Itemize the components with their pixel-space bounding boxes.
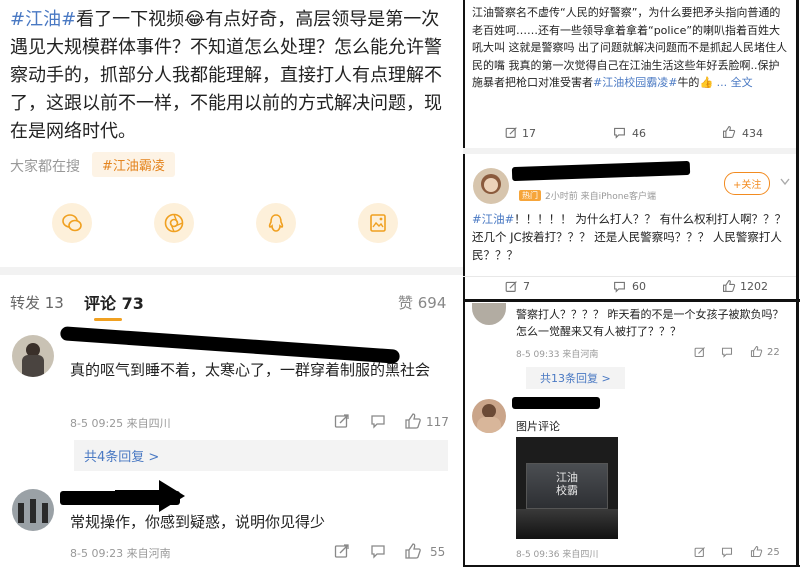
- post-body: #江油#看了一下视频😂有点好奇，高层领导是第一次遇见大规模群体事件？不知道怎么处…: [10, 6, 450, 146]
- wechat-icon: [62, 214, 82, 232]
- post-hashtag[interactable]: #江油校园霸凌#: [593, 76, 677, 89]
- panel-divider: [463, 299, 800, 302]
- laugh-emoji-icon: 😂: [184, 9, 206, 30]
- like-icon[interactable]: [722, 279, 736, 293]
- comment-icon[interactable]: [721, 346, 733, 358]
- like-count: 22: [767, 347, 780, 358]
- comment-icon[interactable]: [721, 546, 733, 558]
- view-replies-link[interactable]: 共13条回复 >: [526, 367, 625, 389]
- save-image-icon: [370, 214, 386, 232]
- tab-repost[interactable]: 转发 13: [10, 292, 64, 313]
- avatar[interactable]: [473, 168, 509, 204]
- comment-meta: 8-5 09:25 来自四川: [70, 417, 171, 430]
- moments-share-button[interactable]: [154, 203, 194, 243]
- like-count: 55: [430, 545, 446, 559]
- active-tab-indicator: [94, 318, 122, 321]
- thumbs-up-emoji-icon: 👍: [699, 76, 714, 89]
- comment-icon[interactable]: [370, 543, 386, 559]
- image-text: 江油 校霸: [556, 471, 578, 497]
- wechat-share-button[interactable]: [52, 203, 92, 243]
- trending-label: 大家都在搜: [10, 159, 80, 175]
- tab-comment-label: 评论: [84, 294, 117, 313]
- repost-count: 7: [523, 280, 530, 293]
- redaction-arrow-icon: [115, 480, 185, 512]
- comment-text: 真的呕气到睡不着，太寒心了，一群穿着制服的黑社会: [70, 361, 431, 379]
- share-icon[interactable]: [334, 413, 350, 429]
- chevron-down-icon[interactable]: [780, 178, 790, 186]
- panel-divider: [463, 0, 465, 567]
- like-icon[interactable]: [404, 412, 422, 430]
- comment-meta: 8-5 09:33 来自河南: [516, 350, 599, 360]
- comment-count: 46: [632, 127, 646, 140]
- comment-meta: 2小时前 来自iPhone客户端: [545, 192, 656, 202]
- redacted-username: [511, 160, 691, 182]
- qq-icon: [268, 214, 284, 232]
- comment-icon[interactable]: [613, 280, 626, 293]
- comment-meta: 8-5 09:36 来自四川: [516, 550, 599, 560]
- like-icon[interactable]: [404, 542, 422, 560]
- redacted-username: [512, 397, 600, 409]
- view-replies-link[interactable]: 共4条回复 >: [74, 440, 448, 471]
- like-icon[interactable]: [750, 545, 763, 558]
- tab-like[interactable]: 赞 694: [398, 292, 446, 313]
- share-icon[interactable]: [694, 346, 706, 358]
- avatar[interactable]: [472, 303, 506, 325]
- moments-icon: [164, 213, 184, 233]
- comment-icon[interactable]: [613, 126, 626, 139]
- trending-tag[interactable]: #江油霸凌: [92, 152, 175, 177]
- qq-share-button[interactable]: [256, 203, 296, 243]
- like-icon[interactable]: [750, 345, 763, 358]
- avatar[interactable]: [12, 335, 54, 377]
- post-hashtag[interactable]: #江油#: [10, 9, 76, 30]
- share-icon[interactable]: [694, 546, 706, 558]
- share-icon[interactable]: [505, 280, 518, 293]
- share-icon[interactable]: [505, 126, 518, 139]
- like-count: 434: [742, 127, 763, 140]
- divider: [463, 276, 796, 277]
- expand-full-text-link[interactable]: ... 全文: [717, 76, 753, 89]
- comment-body: #江油#！！！！！ 为什么打人？？ 有什么权利打人啊？？？ 还几个 JC按着打？…: [472, 210, 790, 264]
- like-count: 117: [426, 415, 449, 429]
- comment-count: 60: [632, 280, 646, 293]
- comment-text: ！！！！！ 为什么打人？？ 有什么权利打人啊？？？ 还几个 JC按着打？？？ 还…: [472, 212, 787, 262]
- tab-comment[interactable]: 评论 73: [84, 290, 144, 314]
- comment-meta: 8-5 09:23 来自河南: [70, 547, 171, 560]
- share-icon[interactable]: [334, 543, 350, 559]
- comment-image[interactable]: 江油 校霸: [516, 437, 618, 539]
- hot-badge: 热门: [519, 190, 541, 201]
- avatar[interactable]: [12, 489, 54, 531]
- like-count: 25: [767, 547, 780, 558]
- comment-icon[interactable]: [370, 413, 386, 429]
- tab-comment-count: 73: [121, 294, 144, 313]
- panel-divider: [796, 0, 799, 567]
- save-image-button[interactable]: [358, 203, 398, 243]
- like-icon[interactable]: [722, 125, 736, 139]
- like-count: 1202: [740, 280, 768, 293]
- avatar[interactable]: [472, 399, 506, 433]
- post-body: 江油警察名不虚传“人民的好警察”，为什么要把矛头指向普通的老百姓呵……还有一些领…: [472, 4, 790, 92]
- post-text-2: 牛的: [677, 76, 700, 89]
- section-separator: [463, 148, 796, 154]
- comment-text: 警察打人？？？？ 昨天看的不是一个女孩子被欺负吗？怎么一觉醒来又有人被打了？？？: [516, 308, 784, 338]
- comment-hashtag[interactable]: #江油#: [472, 212, 514, 226]
- repost-count: 17: [522, 127, 536, 140]
- post-text-1: 看了一下视频: [76, 9, 185, 30]
- image-comment-label: 图片评论: [516, 420, 560, 433]
- section-separator: [0, 267, 463, 275]
- comment-text: 常规操作，你感到疑惑，说明你见得少: [70, 513, 326, 531]
- follow-button[interactable]: +关注: [724, 172, 771, 195]
